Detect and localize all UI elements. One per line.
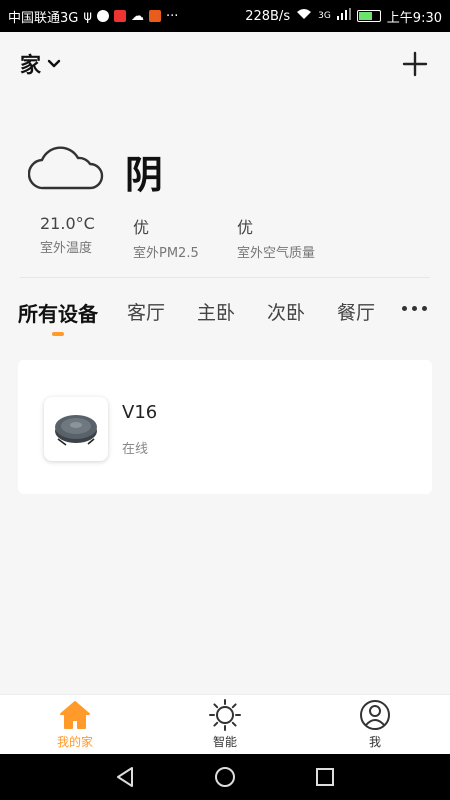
dot [422, 306, 427, 311]
metric-label: 室外PM2.5 [133, 246, 199, 261]
tab-second-bedroom[interactable]: 次卧 [267, 298, 305, 325]
dot [402, 306, 407, 311]
outdoor-temperature: 21.0°C 室外温度 [40, 214, 95, 256]
sun-icon [209, 699, 241, 731]
network-speed: 228B/s [245, 8, 291, 24]
battery-icon [356, 10, 381, 22]
network-type: 3G [318, 11, 331, 21]
metric-value: 优 [237, 218, 254, 237]
metric-value: 21.0°C [40, 214, 95, 233]
status-bar: 中国联通3G ψ ☁ ··· 228B/s 3G 上午9:30 [0, 0, 450, 32]
nav-my-home[interactable]: 我的家 [35, 699, 115, 750]
top-bar: 家 [0, 32, 450, 96]
nav-label: 智能 [212, 735, 237, 749]
video-icon [148, 10, 161, 22]
back-icon[interactable] [114, 766, 136, 788]
more-notifications-icon: ··· [165, 8, 179, 24]
metric-label: 室外空气质量 [237, 246, 316, 261]
device-thumbnail [44, 397, 108, 461]
metric-label: 室外温度 [40, 241, 93, 256]
usb-icon: ψ [83, 8, 92, 24]
tab-all-devices[interactable]: 所有设备 [18, 298, 98, 327]
tab-dining-room[interactable]: 餐厅 [337, 298, 375, 325]
robot-vacuum-icon [55, 415, 97, 446]
chevron-down-icon [47, 59, 61, 68]
recent-apps-icon[interactable] [314, 766, 336, 788]
home-selector[interactable]: 家 [20, 49, 61, 79]
nav-me[interactable]: 我 [335, 699, 415, 750]
cloud-icon [28, 146, 104, 190]
bottom-nav: 我的家 智能 我 [0, 694, 450, 754]
clock: 上午9:30 [386, 10, 442, 26]
dot [412, 306, 417, 311]
plus-icon [402, 51, 428, 77]
carrier-text: 中国联通3G [8, 10, 79, 26]
more-tabs-button[interactable] [402, 306, 427, 311]
weather-panel: 阴 21.0°C 室外温度 优 室外PM2.5 优 室外空气质量 [0, 130, 450, 270]
system-nav-bar [0, 754, 450, 800]
news-icon [113, 10, 126, 22]
device-card[interactable]: V16 在线 [18, 360, 432, 494]
nav-label: 我的家 [56, 735, 93, 749]
device-status: 在线 [122, 442, 149, 457]
notification-icon [96, 10, 109, 22]
weather-condition: 阴 [125, 153, 164, 197]
active-tab-indicator [52, 332, 64, 336]
home-icon [60, 701, 90, 729]
room-tabs: 所有设备 客厅 主卧 次卧 餐厅 [0, 292, 450, 340]
wifi-icon [296, 8, 312, 24]
metric-value: 优 [133, 218, 150, 237]
tab-living-room[interactable]: 客厅 [127, 298, 165, 325]
nav-label: 我 [368, 735, 381, 749]
signal-icon [336, 8, 351, 24]
divider [20, 277, 430, 278]
user-icon [360, 700, 390, 730]
cloud-icon: ☁ [130, 8, 144, 24]
device-name: V16 [122, 402, 158, 423]
outdoor-air-quality: 优 室外空气质量 [237, 214, 315, 261]
home-circle-icon[interactable] [214, 766, 236, 788]
nav-smart[interactable]: 智能 [185, 699, 265, 750]
home-name: 家 [20, 53, 41, 77]
outdoor-pm25: 优 室外PM2.5 [133, 214, 199, 261]
add-button[interactable] [400, 49, 430, 79]
tab-master-bedroom[interactable]: 主卧 [197, 298, 235, 325]
